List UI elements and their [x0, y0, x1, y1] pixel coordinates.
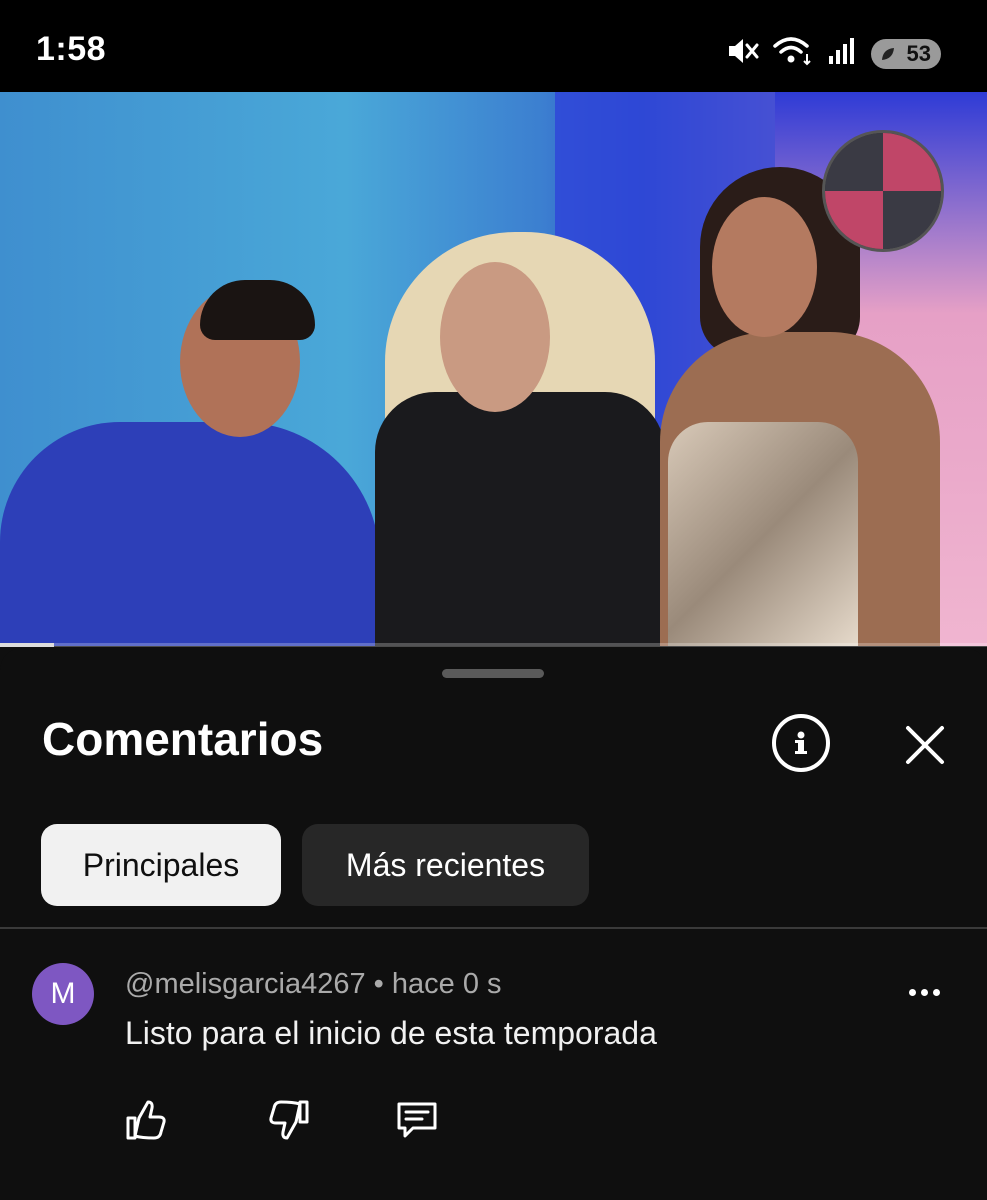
more-dot — [932, 988, 940, 996]
video-person — [0, 422, 380, 646]
wifi-icon — [773, 36, 813, 71]
comment-time: hace 0 s — [391, 968, 502, 1000]
comment-more-button[interactable] — [902, 980, 946, 1004]
sort-chip-top[interactable]: Principales — [41, 824, 281, 906]
avatar[interactable]: M — [32, 963, 94, 1025]
sheet-title: Comentarios — [42, 713, 324, 765]
comment-author[interactable]: @melisgarcia4267 — [125, 968, 366, 1000]
reply-icon — [397, 1102, 437, 1138]
status-time: 1:58 — [36, 30, 107, 68]
like-button[interactable] — [122, 1096, 170, 1144]
comment-item: M @melisgarcia4267 • hace 0 s Listo para… — [0, 930, 987, 1200]
channel-watermark-logo — [822, 130, 944, 252]
comments-sheet: Comentarios Principales Más recientes M … — [0, 648, 987, 1200]
more-dot — [908, 988, 916, 996]
like-icon — [126, 1100, 166, 1140]
drag-handle[interactable] — [442, 669, 544, 678]
battery-level: 53 — [906, 40, 931, 66]
close-button[interactable] — [900, 720, 950, 770]
divider — [0, 927, 987, 929]
close-icon — [906, 726, 944, 764]
status-bar: 1:58 53 — [0, 0, 987, 92]
meta-separator: • — [373, 968, 384, 1000]
video-progress-fill — [0, 643, 55, 647]
info-button[interactable] — [772, 714, 830, 772]
battery-indicator: 53 — [871, 38, 941, 69]
battery-saver-icon — [882, 47, 894, 60]
signal-icon — [827, 36, 857, 71]
status-icons: 53 — [725, 36, 941, 71]
video-progress-bar[interactable] — [0, 643, 987, 647]
dislike-icon — [269, 1100, 309, 1140]
mute-icon — [725, 36, 759, 71]
comment-meta: @melisgarcia4267 • hace 0 s — [125, 968, 502, 1001]
dislike-button[interactable] — [265, 1096, 313, 1144]
sort-chip-newest[interactable]: Más recientes — [302, 824, 589, 906]
info-icon — [795, 731, 807, 754]
comment-text: Listo para el inicio de esta temporada — [125, 1015, 657, 1051]
reply-button[interactable] — [393, 1096, 441, 1144]
more-dot — [920, 988, 928, 996]
video-player[interactable] — [0, 92, 987, 646]
